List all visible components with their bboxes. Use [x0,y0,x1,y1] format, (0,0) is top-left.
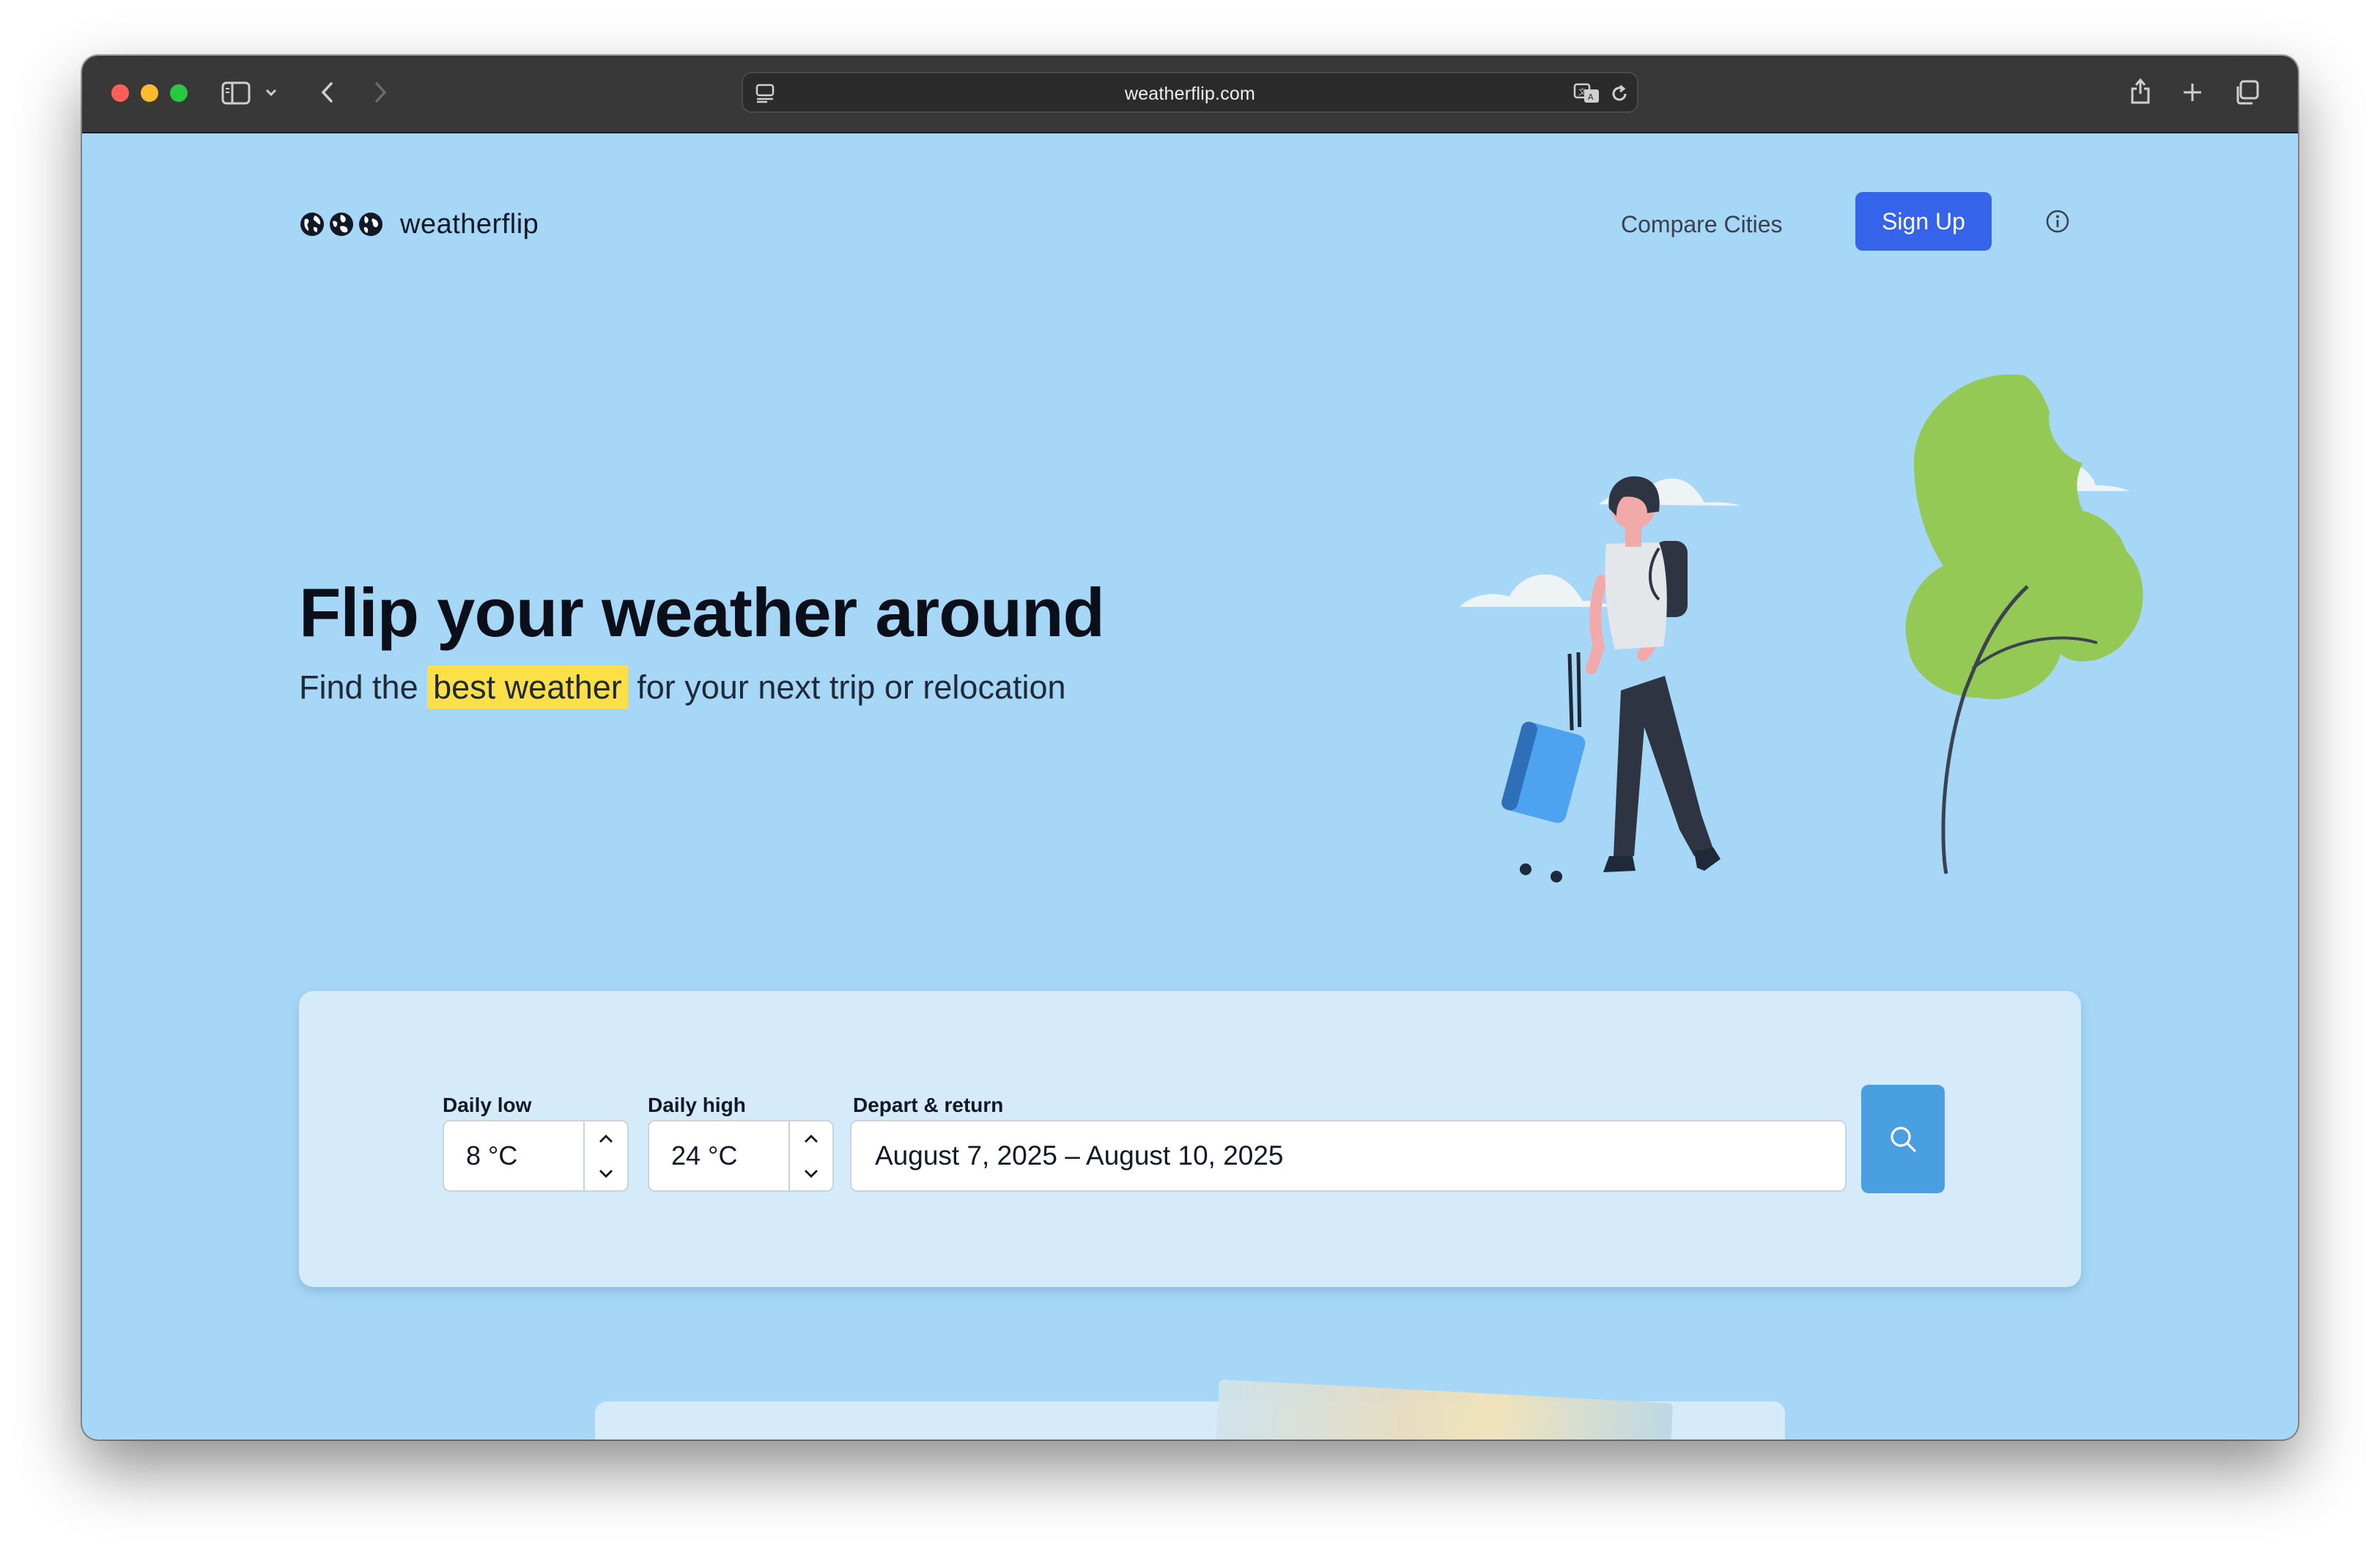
sidebar-icon[interactable] [221,80,251,106]
daily-high-input[interactable]: 24 °C [648,1120,834,1192]
hero-subtitle-end: for your next trip or relocation [627,668,1066,706]
cloud-shape [1460,574,1614,607]
svg-text:文: 文 [1578,86,1586,97]
back-icon[interactable] [317,79,339,106]
browser-window: weatherflip.com 文A weatherflip Compare C… [82,56,2298,1440]
chevron-down-icon[interactable] [790,1156,832,1190]
chevron-up-icon[interactable] [585,1121,627,1156]
svg-text:A: A [1588,92,1594,102]
site-logo[interactable]: weatherflip [299,204,539,245]
minimize-window-button[interactable] [141,84,158,102]
daily-low-input[interactable]: 8 °C [443,1120,629,1192]
dates-value[interactable]: August 7, 2025 – August 10, 2025 [875,1121,1284,1190]
hero-subtitle-highlight: best weather [427,666,628,709]
page-content: weatherflip Compare Cities Sign Up Flip … [82,133,2298,1440]
logo-globes [299,211,384,237]
close-window-button[interactable] [111,84,129,102]
chevron-down-icon[interactable] [264,85,278,100]
hero-title: Flip your weather around [299,574,1105,651]
chevron-down-icon[interactable] [585,1156,627,1190]
daily-low-stepper [583,1121,627,1190]
browser-toolbar: weatherflip.com 文A [82,56,2298,133]
search-icon [1891,1127,1916,1152]
compare-cities-link[interactable]: Compare Cities [1621,205,1783,243]
tabs-icon[interactable] [2232,78,2261,107]
daily-low-label: Daily low [443,1094,532,1116]
share-icon[interactable] [2128,75,2153,107]
sign-up-button[interactable]: Sign Up [1855,192,1992,251]
zoom-window-button[interactable] [170,84,188,102]
hero-subtitle-start: Find the [299,668,428,706]
dates-label: Depart & return [853,1094,1004,1116]
daily-high-stepper [788,1121,832,1190]
url-text[interactable]: weatherflip.com [743,73,1637,114]
brand-name[interactable]: weatherflip [400,209,539,240]
daily-high-label: Daily high [648,1094,746,1116]
globe-icon [359,213,382,236]
suitcase-shape [1501,652,1586,882]
address-bar[interactable]: weatherflip.com 文A [742,72,1638,113]
traveler-figure [1586,476,1721,872]
search-button[interactable] [1861,1085,1945,1193]
info-icon[interactable] [2044,208,2071,235]
dates-input[interactable]: August 7, 2025 – August 10, 2025 [850,1120,1847,1192]
hero-subtitle: Find the best weather for your next trip… [299,666,1066,709]
tree-shape [1905,374,2143,874]
traveler-illustration [1460,374,2143,882]
translate-icon[interactable]: 文A [1572,81,1602,106]
daily-high-value[interactable]: 24 °C [671,1121,737,1190]
globe-icon [330,213,353,236]
globe-icon [300,213,324,236]
map-preview-image [1214,1379,1674,1440]
daily-low-value[interactable]: 8 °C [466,1121,517,1190]
search-card: Daily low 8 °C Daily high 24 °C Depart &… [299,991,2081,1287]
reload-icon[interactable] [1608,82,1631,106]
new-tab-icon[interactable] [2179,79,2206,106]
chevron-up-icon[interactable] [790,1121,832,1156]
forward-icon[interactable] [369,79,391,106]
